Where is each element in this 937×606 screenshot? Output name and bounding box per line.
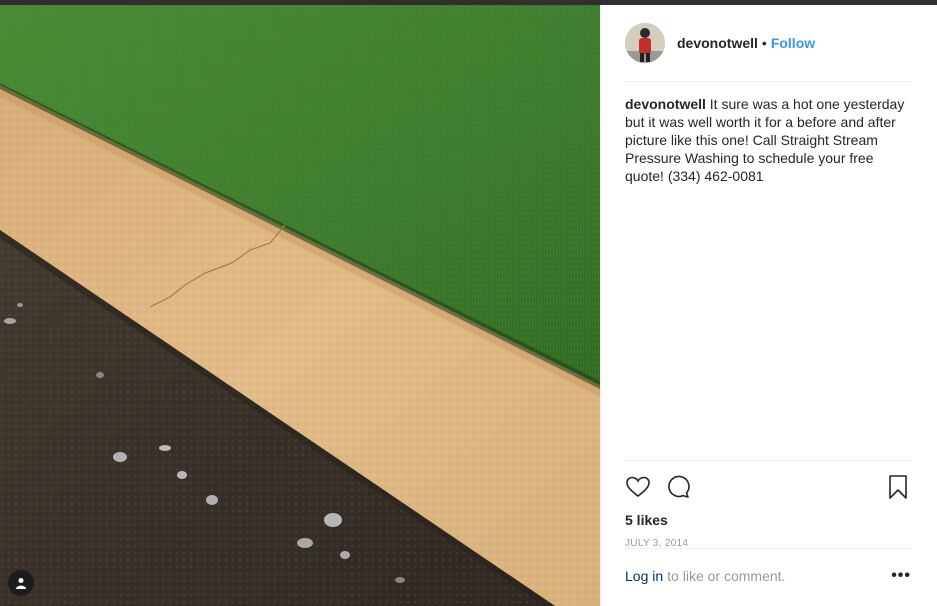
- bookmark-icon[interactable]: [885, 474, 911, 500]
- login-link[interactable]: Log in: [625, 568, 663, 584]
- likes-count[interactable]: 5 likes: [625, 512, 911, 528]
- action-icons: [625, 471, 911, 503]
- avatar[interactable]: [625, 23, 665, 63]
- comment-icon[interactable]: [665, 474, 691, 500]
- login-bar: Log in to like or comment. •••: [625, 548, 911, 602]
- username[interactable]: devonotwell: [677, 35, 758, 51]
- heart-icon[interactable]: [625, 474, 651, 500]
- post-header: devonotwell • Follow: [625, 5, 911, 82]
- more-options-button[interactable]: •••: [891, 567, 911, 585]
- user-tag-button[interactable]: [8, 570, 34, 596]
- post-caption: devonotwell It sure was a hot one yester…: [625, 95, 907, 185]
- post-actions: 5 likes JULY 3, 2014: [625, 460, 911, 549]
- post-photo[interactable]: [0, 5, 600, 606]
- post-modal: devonotwell • Follow devonotwell It sure…: [0, 5, 937, 606]
- photo-image: [0, 5, 600, 606]
- post-sidebar: devonotwell • Follow devonotwell It sure…: [600, 5, 937, 606]
- user-tag-icon: [16, 578, 26, 589]
- avatar-image: [625, 23, 665, 63]
- login-prompt-text: to like or comment.: [667, 567, 786, 584]
- follow-button[interactable]: Follow: [771, 35, 815, 51]
- separator-dot: •: [761, 35, 767, 51]
- caption-username[interactable]: devonotwell: [625, 96, 706, 112]
